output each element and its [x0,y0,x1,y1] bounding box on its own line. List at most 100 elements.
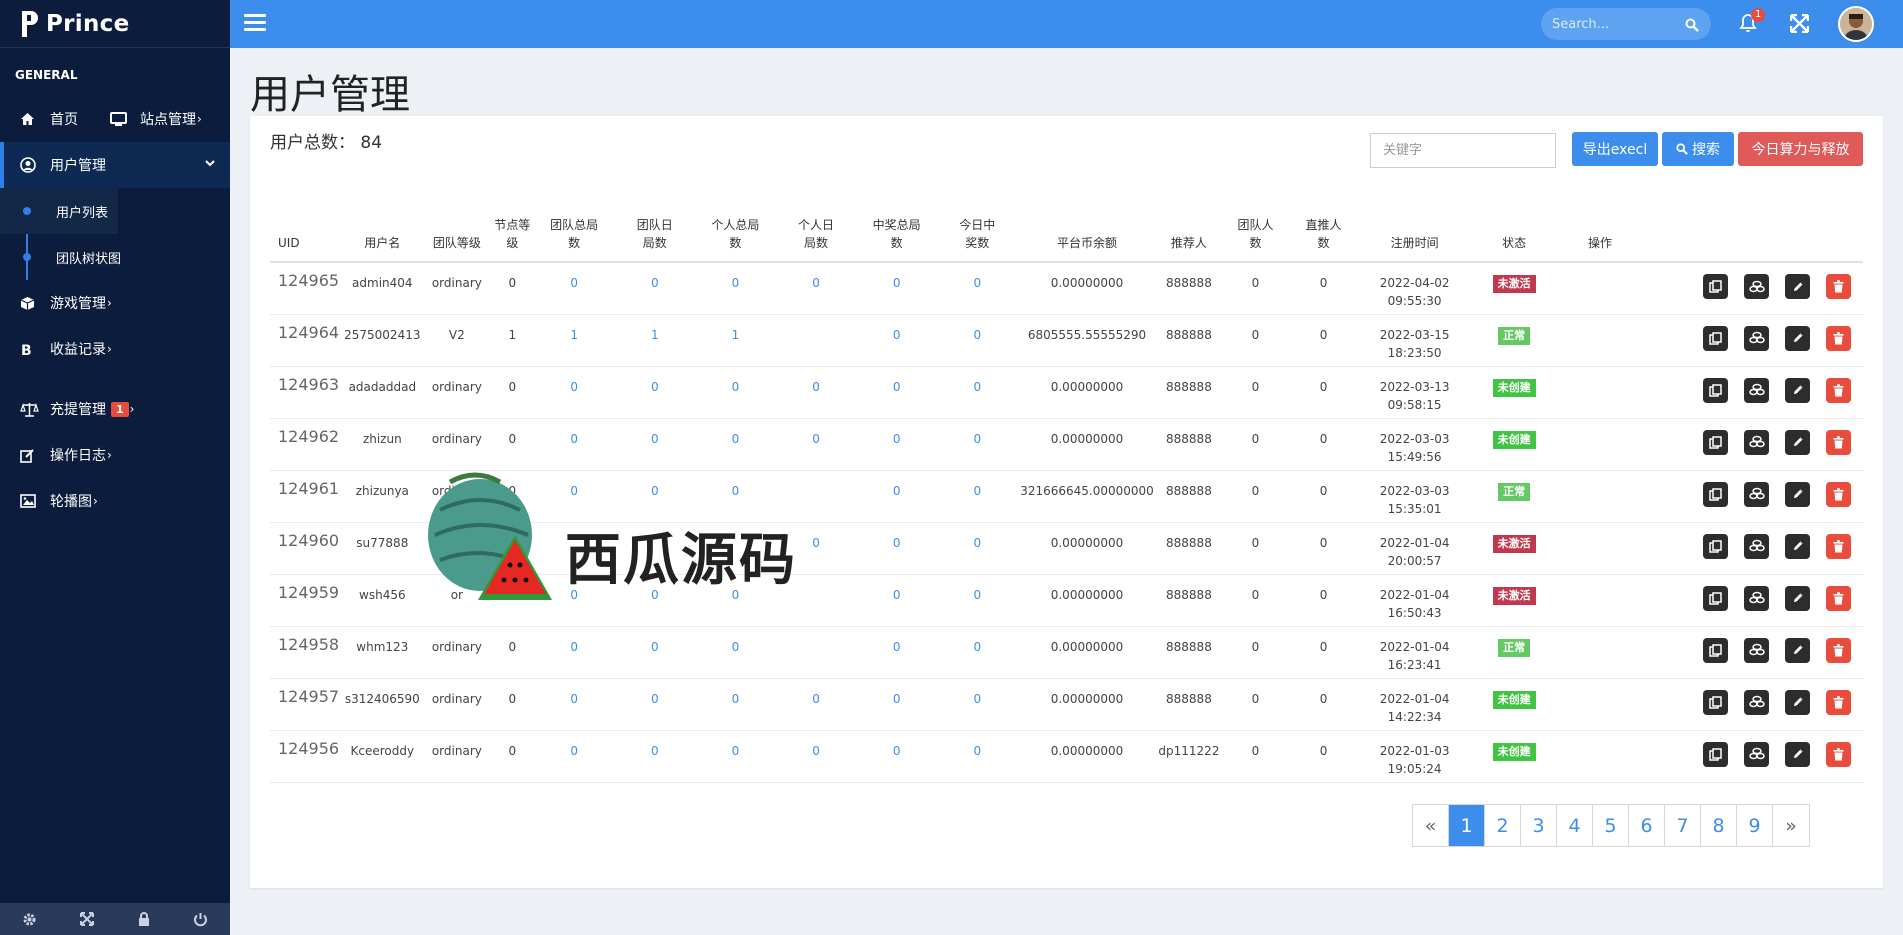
coins-icon[interactable] [1744,585,1769,611]
pencil-icon[interactable] [1785,325,1810,351]
search-button[interactable]: 搜索 [1662,132,1734,166]
sidebar-item-home[interactable]: 首页 [0,96,110,142]
export-excel-button[interactable]: 导出execl [1572,132,1658,166]
copy-icon[interactable] [1703,274,1728,299]
page-prev[interactable]: « [1413,805,1449,846]
trash-icon[interactable] [1826,585,1851,611]
coins-icon[interactable] [1744,741,1769,767]
gear-icon[interactable] [22,912,37,927]
brand[interactable]: Prince [0,0,230,48]
copy-icon[interactable] [1703,637,1728,663]
trash-icon[interactable] [1826,325,1851,351]
cell-actions [1555,366,1863,419]
search-input[interactable] [1541,8,1681,40]
sidebar-item-user-management[interactable]: 用户管理 [0,142,230,188]
coins-icon[interactable] [1744,481,1769,507]
table-row: 124957 s312406590 ordinary 0 0 0 0 0 0 0 0.0000000… [270,678,1863,731]
menu-toggle-icon[interactable] [244,14,266,34]
page-7[interactable]: 7 [1665,805,1701,846]
trash-icon[interactable] [1826,377,1851,403]
coins-icon[interactable] [1744,377,1769,403]
copy-icon[interactable] [1703,533,1728,559]
trash-icon[interactable] [1826,689,1851,715]
trash-icon[interactable] [1826,274,1851,299]
pencil-icon[interactable] [1785,585,1810,611]
notification-bell[interactable]: 1 [1739,8,1766,37]
reg-clock: 09:58:15 [1387,397,1442,412]
page-8[interactable]: 8 [1701,805,1737,846]
cell-node-level: 1 [491,314,534,367]
power-icon[interactable] [193,912,208,927]
cell-status: 未激活 [1472,522,1556,575]
cell-referrer: 888888 [1156,678,1221,731]
pencil-icon[interactable] [1785,377,1810,403]
cell-direct-count: 0 [1290,522,1358,575]
copy-icon[interactable] [1703,689,1728,715]
sidebar-item-oplog[interactable]: 操作日志 › [0,432,230,478]
col-header: 个人日局数 [776,194,856,263]
page-1[interactable]: 1 [1449,805,1485,846]
sidebar-item-game[interactable]: 游戏管理 › [0,280,230,326]
copy-icon[interactable] [1703,325,1728,351]
coins-icon[interactable] [1744,637,1769,663]
cell-team-count: 0 [1220,314,1290,367]
trash-icon[interactable] [1826,481,1851,507]
page-5[interactable]: 5 [1593,805,1629,846]
lock-icon[interactable] [138,911,150,927]
page-4[interactable]: 4 [1557,805,1593,846]
copy-icon[interactable] [1703,741,1728,767]
page-2[interactable]: 2 [1485,805,1521,846]
coins-icon[interactable] [1744,689,1769,715]
copy-icon[interactable] [1703,481,1728,507]
keyword-input[interactable] [1370,133,1556,168]
copy-icon[interactable] [1703,377,1728,403]
copy-icon[interactable] [1703,585,1728,611]
col-header: 团队等级 [422,194,492,263]
coins-icon[interactable] [1744,274,1769,299]
pencil-icon[interactable] [1785,481,1810,507]
reg-date: 2022-01-04 [1379,535,1450,550]
page-next[interactable]: » [1773,805,1809,846]
expand-icon[interactable] [1789,13,1810,37]
coins-icon[interactable] [1744,325,1769,351]
today-power-button[interactable]: 今日算力与释放 [1738,132,1863,166]
col-header: 今日中奖数 [937,194,1018,263]
trash-icon[interactable] [1826,741,1851,767]
pencil-icon[interactable] [1785,274,1810,299]
copy-icon[interactable] [1703,429,1728,455]
status-badge: 未创建 [1492,378,1536,397]
table-header-row: UID 用户名 团队等级 节点等级 团队总局数 团队日局数 个人总局数 个人日局… [270,194,1863,263]
cell-person-day: 0 [776,262,856,315]
sidebar-item-user-list[interactable]: 用户列表 [0,188,118,234]
sidebar-item-recharge[interactable]: 充提管理 1 › [0,386,230,432]
cell-username: zhizun [342,418,423,471]
pencil-icon[interactable] [1785,533,1810,559]
trash-icon[interactable] [1826,429,1851,455]
pencil-icon[interactable] [1785,637,1810,663]
cell-status: 未创建 [1472,418,1556,471]
col-header: 推荐人 [1156,194,1221,263]
avatar[interactable] [1838,6,1874,42]
sidebar-item-site[interactable]: 站点管理 › [110,96,202,142]
status-badge: 未创建 [1492,742,1536,761]
fullscreen-icon[interactable] [80,912,95,926]
pencil-icon[interactable] [1785,689,1810,715]
sidebar-item-label: 站点管理 [140,112,196,128]
pencil-icon[interactable] [1785,741,1810,767]
coins-icon[interactable] [1744,533,1769,559]
page-9[interactable]: 9 [1737,805,1773,846]
search-icon[interactable] [1685,17,1699,36]
cell-win-today: 0 [937,470,1018,523]
sidebar-item-label: 首页 [50,112,78,128]
trash-icon[interactable] [1826,637,1851,663]
page-3[interactable]: 3 [1521,805,1557,846]
sidebar-item-team-tree[interactable]: 团队树状图 [0,234,230,280]
col-header: 直推人数 [1290,194,1358,263]
sidebar-item-income[interactable]: B 收益记录 › [0,326,230,372]
page-6[interactable]: 6 [1629,805,1665,846]
sidebar-item-carousel[interactable]: 轮播图 › [0,478,230,524]
trash-icon[interactable] [1826,533,1851,559]
cell-reg-time: 2022-01-03 19:05:24 [1357,730,1473,783]
coins-icon[interactable] [1744,429,1769,455]
pencil-icon[interactable] [1785,429,1810,455]
